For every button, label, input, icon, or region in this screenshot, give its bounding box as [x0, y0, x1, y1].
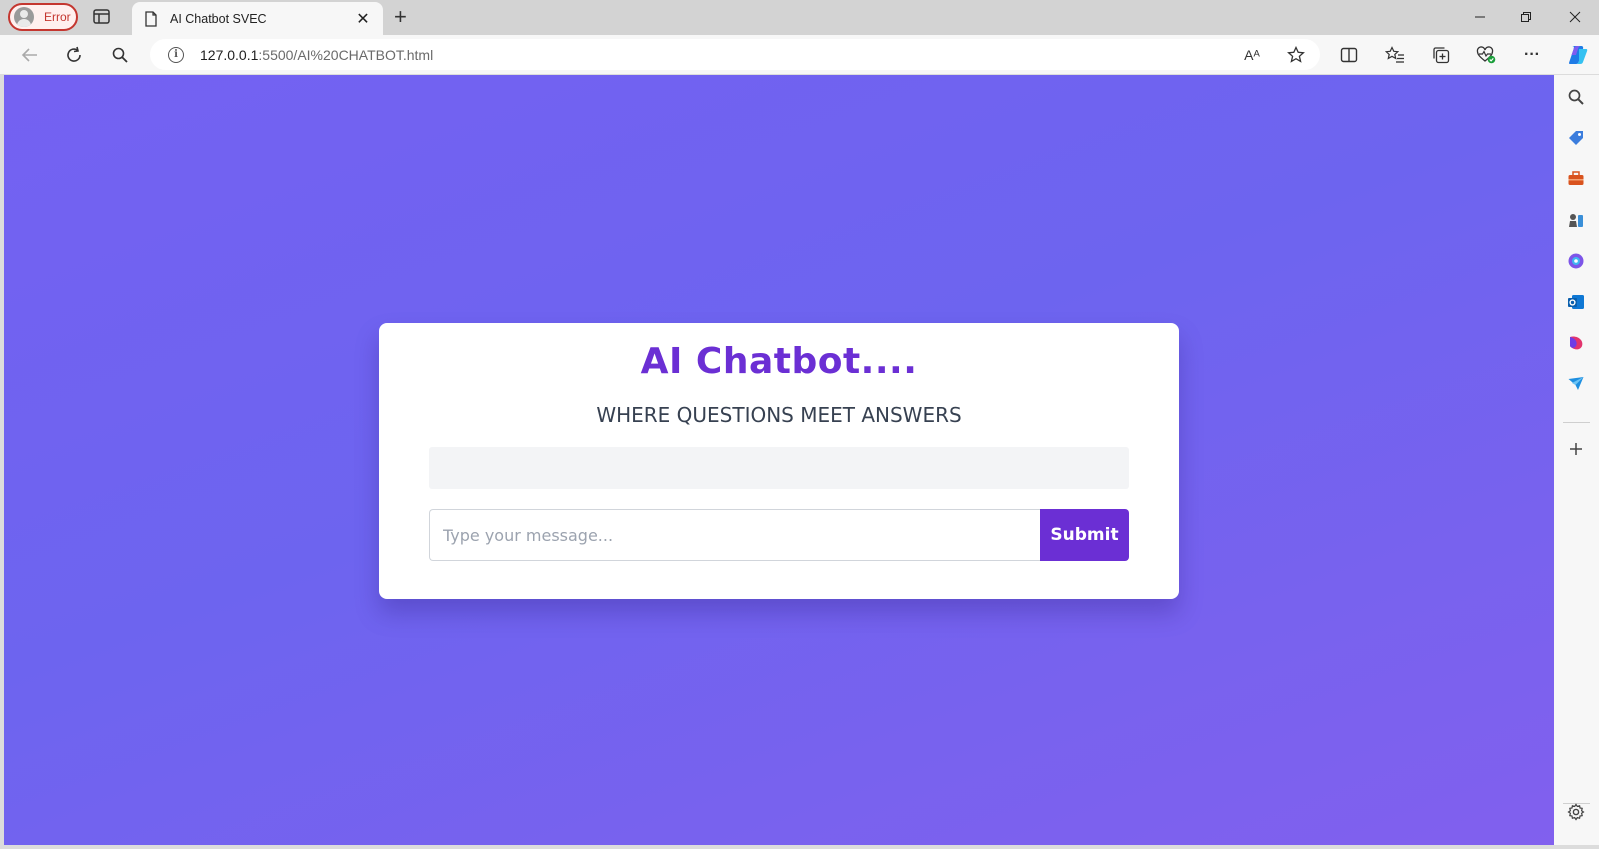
submit-button[interactable]: Submit [1040, 509, 1129, 561]
designer-icon[interactable] [1566, 333, 1586, 353]
more-options-icon[interactable]: ··· [1520, 43, 1544, 67]
search-icon[interactable] [108, 43, 132, 67]
copilot-button-icon[interactable] [1566, 43, 1590, 67]
search-icon[interactable] [1566, 87, 1586, 107]
url-host: 127.0.0.1 [200, 46, 259, 63]
refresh-icon[interactable] [62, 43, 86, 67]
chess-icon[interactable] [1566, 210, 1586, 230]
favorite-star-icon[interactable] [1284, 43, 1308, 67]
settings-icon[interactable] [1566, 802, 1586, 822]
collections-icon[interactable] [1429, 43, 1453, 67]
add-icon[interactable] [1566, 439, 1586, 459]
minimize-icon[interactable] [1467, 5, 1493, 29]
split-screen-icon[interactable] [1337, 43, 1361, 67]
shopping-tag-icon[interactable] [1566, 128, 1586, 148]
active-tab[interactable]: AI Chatbot SVEC ✕ [132, 2, 383, 35]
read-aloud-icon[interactable]: Aᴬ [1240, 43, 1264, 67]
page-subtitle: WHERE QUESTIONS MEET ANSWERS [596, 403, 962, 427]
tab-title: AI Chatbot SVEC [170, 11, 267, 26]
page-favicon-icon [145, 10, 157, 27]
page-title: AI Chatbot.... [640, 341, 918, 382]
close-window-icon[interactable] [1562, 5, 1588, 29]
window-bottom-edge [0, 845, 1599, 849]
tab-actions-icon[interactable] [92, 8, 112, 26]
copilot-icon[interactable] [1566, 251, 1586, 271]
url-text: 127.0.0.1:5500/AI%20CHATBOT.html [200, 47, 433, 63]
sidebar-divider [1563, 422, 1590, 423]
url-path: :5500/AI%20CHATBOT.html [258, 46, 434, 63]
address-bar[interactable]: i 127.0.0.1:5500/AI%20CHATBOT.html [150, 39, 1320, 70]
browser-toolbar: i 127.0.0.1:5500/AI%20CHATBOT.html Aᴬ ··… [0, 35, 1599, 74]
restore-icon[interactable] [1513, 5, 1539, 29]
chatbot-card: AI Chatbot.... WHERE QUESTIONS MEET ANSW… [379, 323, 1179, 599]
toolbox-icon[interactable] [1566, 169, 1586, 189]
outlook-icon[interactable] [1566, 292, 1586, 312]
edge-sidebar [1554, 75, 1599, 849]
profile-status-label: Error [44, 10, 71, 24]
new-tab-icon[interactable]: + [394, 5, 407, 29]
chat-response-area [429, 447, 1129, 489]
back-arrow-icon[interactable] [17, 43, 41, 67]
close-tab-icon[interactable]: ✕ [355, 9, 371, 29]
tab-strip: Error AI Chatbot SVEC ✕ + [0, 0, 1599, 35]
message-input[interactable] [429, 509, 1040, 561]
profile-button[interactable]: Error [8, 3, 78, 31]
profile-avatar-icon [14, 7, 34, 27]
message-input-row: Submit [429, 509, 1129, 561]
browser-essentials-icon[interactable] [1474, 43, 1498, 67]
send-icon[interactable] [1566, 374, 1586, 394]
favorites-icon[interactable] [1383, 43, 1407, 67]
site-info-icon[interactable]: i [168, 46, 184, 63]
page-viewport: AI Chatbot.... WHERE QUESTIONS MEET ANSW… [4, 75, 1554, 845]
